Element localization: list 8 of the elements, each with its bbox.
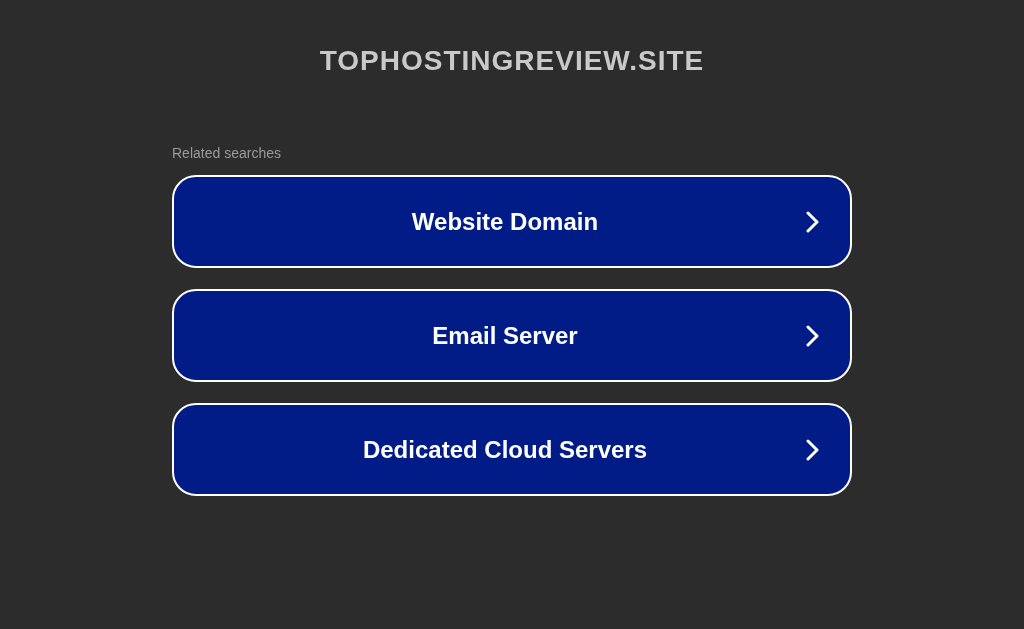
related-searches-heading: Related searches — [172, 145, 282, 161]
search-link-button[interactable]: Dedicated Cloud Servers — [172, 403, 852, 496]
search-link-button[interactable]: Website Domain — [172, 175, 852, 268]
chevron-right-icon — [806, 210, 820, 233]
search-link-button[interactable]: Email Server — [172, 289, 852, 382]
chevron-right-icon — [806, 438, 820, 461]
site-title: TOPHOSTINGREVIEW.SITE — [319, 44, 705, 78]
chevron-right-icon — [806, 324, 820, 347]
